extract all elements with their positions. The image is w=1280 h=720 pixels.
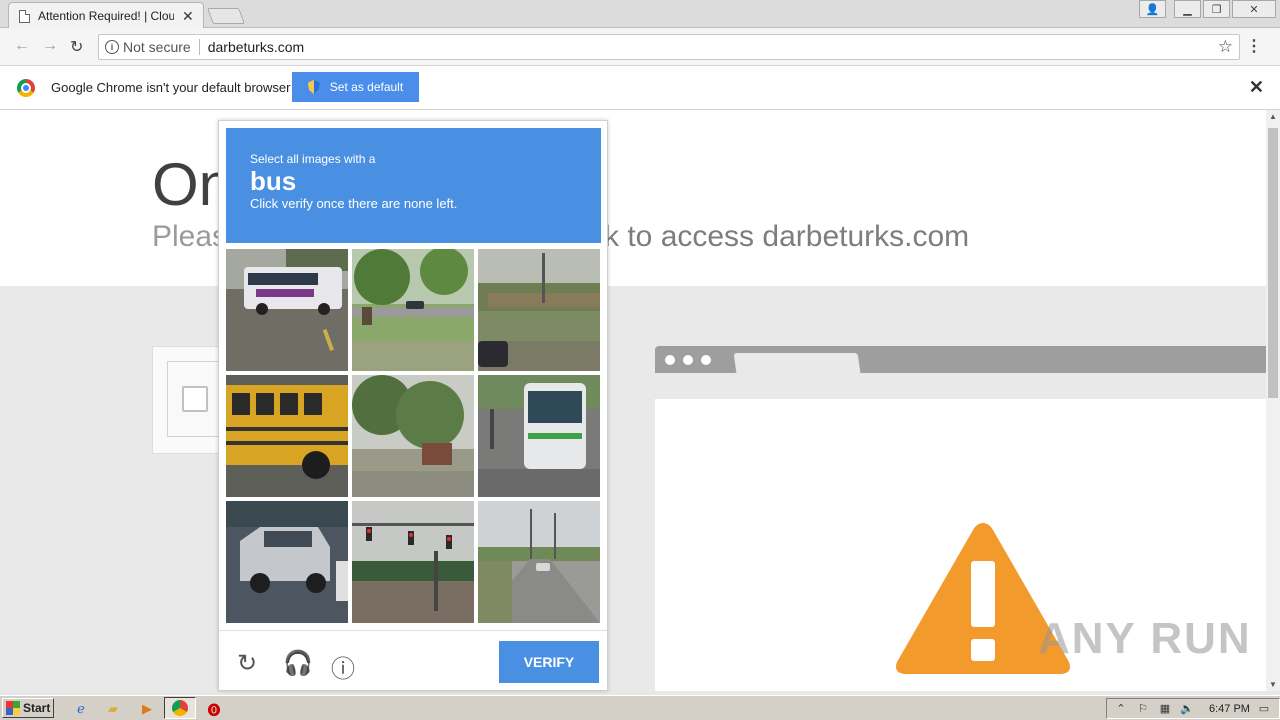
illustration-tab xyxy=(733,353,861,373)
volume-icon[interactable]: 🔈 xyxy=(1179,702,1195,715)
window-controls: 👤 ▁ ❐ ✕ xyxy=(1137,0,1280,18)
omnibox-divider xyxy=(198,39,200,55)
illustration-dot xyxy=(665,355,675,365)
page-subheading-right: k to access darbeturks.com xyxy=(604,220,970,253)
captcha-tile-school-bus[interactable] xyxy=(226,375,348,497)
verify-button[interactable]: VERIFY xyxy=(499,641,599,683)
hero-section: On Pleas k to access darbeturks.com xyxy=(0,110,1266,286)
windows-logo-icon xyxy=(6,701,20,715)
info-icon[interactable]: i xyxy=(105,40,119,54)
media-player-icon[interactable]: ▶ xyxy=(138,700,156,718)
minimize-button[interactable]: ▁ xyxy=(1174,0,1201,18)
internet-explorer-icon[interactable]: ℯ xyxy=(72,700,90,718)
shield-icon xyxy=(307,80,320,94)
captcha-tile-bus[interactable] xyxy=(226,249,348,371)
illustration-dot xyxy=(683,355,693,365)
tab-close-icon[interactable]: ✕ xyxy=(182,8,194,25)
show-desktop-icon[interactable]: ▭ xyxy=(1256,702,1272,715)
antivirus-icon[interactable]: ⓿ xyxy=(205,700,223,718)
tab-strip: Attention Required! | Cloudf ✕ 👤 ▁ ❐ ✕ xyxy=(0,0,1280,29)
captcha-instruction: Select all images with a xyxy=(250,152,376,166)
browser-tab[interactable]: Attention Required! | Cloudf ✕ xyxy=(8,2,204,29)
url-text[interactable]: darbeturks.com xyxy=(208,39,304,55)
audio-challenge-icon[interactable]: 🎧 xyxy=(283,649,313,678)
clock: 6:47 PM xyxy=(1209,702,1250,715)
scroll-down-icon[interactable]: ▼ xyxy=(1269,680,1277,689)
infobar-message: Google Chrome isn't your default browser xyxy=(51,80,291,95)
reload-challenge-icon[interactable]: ↻ xyxy=(237,649,257,678)
tab-title: Attention Required! | Cloudf xyxy=(38,9,174,23)
chrome-taskbar-button[interactable] xyxy=(164,697,196,719)
set-default-label: Set as default xyxy=(329,80,404,94)
captcha-tile-traffic-lights[interactable] xyxy=(352,501,474,623)
captcha-tile-coach-bus[interactable] xyxy=(478,375,600,497)
illustration-dot xyxy=(701,355,711,365)
address-bar[interactable]: i Not secure darbeturks.com ☆ xyxy=(98,34,1240,60)
captcha-image-grid xyxy=(226,249,601,623)
folder-icon[interactable]: ▰ xyxy=(104,700,122,718)
page-subheading-left: Pleas xyxy=(152,220,228,253)
challenge-checkbox[interactable] xyxy=(182,386,208,412)
back-arrow-icon[interactable]: ← xyxy=(14,37,30,55)
menu-icon[interactable]: ⋮ xyxy=(1246,36,1262,56)
captcha-hint: Click verify once there are none left. xyxy=(250,196,458,211)
illustration-titlebar xyxy=(655,346,1266,373)
reload-icon[interactable]: ↻ xyxy=(70,37,83,57)
chrome-logo-icon xyxy=(17,79,35,97)
start-label: Start xyxy=(23,701,51,715)
captcha-target-word: bus xyxy=(250,166,297,196)
taskbar: Start ℯ ▰ ▶ ⓿ ⌃ ⚐ ▦ 🔈 6:47 PM ▭ xyxy=(0,695,1280,720)
captcha-tile-trees[interactable] xyxy=(352,375,474,497)
set-default-button[interactable]: Set as default xyxy=(292,72,419,102)
scroll-up-icon[interactable]: ▲ xyxy=(1269,112,1277,121)
captcha-tile-suv[interactable] xyxy=(226,501,348,623)
vertical-scrollbar[interactable]: ▲ ▼ xyxy=(1266,110,1280,691)
captcha-tile-highway[interactable] xyxy=(478,501,600,623)
flag-icon[interactable]: ⚐ xyxy=(1135,702,1151,715)
browser-toolbar: ← → ↻ i Not secure darbeturks.com ☆ ⋮ xyxy=(0,28,1280,66)
network-icon[interactable]: ▦ xyxy=(1157,702,1173,715)
anyrun-watermark: ANY RUN xyxy=(1038,614,1252,663)
tray-expand-icon[interactable]: ⌃ xyxy=(1113,702,1129,715)
captcha-tile-park-road[interactable] xyxy=(352,249,474,371)
default-browser-infobar: Google Chrome isn't your default browser… xyxy=(0,66,1280,110)
forward-arrow-icon[interactable]: → xyxy=(42,37,58,55)
captcha-dialog: Select all images with a bus Click verif… xyxy=(218,120,608,691)
infobar-close-icon[interactable]: ✕ xyxy=(1249,77,1264,98)
new-tab-button[interactable] xyxy=(207,8,245,24)
window-close-button[interactable]: ✕ xyxy=(1232,0,1276,18)
captcha-tile-street-fence[interactable] xyxy=(478,249,600,371)
profile-icon[interactable]: 👤 xyxy=(1139,0,1166,18)
chrome-icon xyxy=(172,700,188,716)
help-info-icon[interactable]: ⓘ xyxy=(331,649,355,684)
bookmark-star-icon[interactable]: ☆ xyxy=(1218,37,1233,57)
captcha-header: Select all images with a bus Click verif… xyxy=(226,128,601,243)
restore-button[interactable]: ❐ xyxy=(1203,0,1230,18)
scrollbar-thumb[interactable] xyxy=(1268,128,1278,398)
start-button[interactable]: Start xyxy=(2,698,54,718)
system-tray: ⌃ ⚐ ▦ 🔈 6:47 PM ▭ xyxy=(1106,698,1280,719)
document-icon xyxy=(19,9,30,23)
security-label: Not secure xyxy=(123,39,191,55)
captcha-footer: ↻ 🎧 ⓘ VERIFY xyxy=(219,630,607,691)
page-content: On Pleas k to access darbeturks.com xyxy=(0,110,1266,691)
